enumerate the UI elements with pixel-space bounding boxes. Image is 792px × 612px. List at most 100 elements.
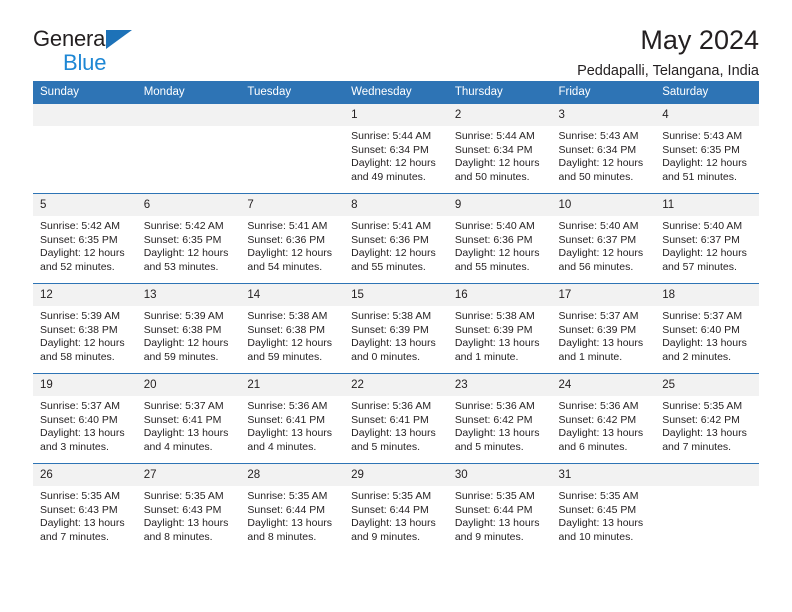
calendar-day-cell[interactable]: 12 Sunrise: 5:39 AM Sunset: 6:38 PM Dayligh… <box>33 283 137 374</box>
daylight-line-1: Daylight: 13 hours <box>454 337 540 350</box>
day-number: 9 <box>447 194 552 216</box>
daylight-line-1: Daylight: 13 hours <box>351 337 436 350</box>
sunrise-time: Sunrise: 5:35 AM <box>351 490 432 502</box>
calendar-day-cell[interactable]: 19 Sunrise: 5:37 AM Sunset: 6:40 PM Dayligh… <box>33 373 137 464</box>
day-details: Sunrise: 5:36 AM Sunset: 6:41 PM Daylight:… <box>344 396 448 454</box>
sunset-time: Sunset: 6:35 PM <box>143 233 222 246</box>
sunrise-time: Sunrise: 5:40 AM <box>454 220 535 232</box>
calendar-day-cell-empty <box>33 103 137 194</box>
day-number: 8 <box>344 194 448 216</box>
daylight-line-1: Daylight: 13 hours <box>40 427 125 440</box>
sunset-time: Sunset: 6:37 PM <box>662 233 740 246</box>
weekday-header-friday: Friday <box>551 81 656 104</box>
calendar-day-cell[interactable]: 8 Sunrise: 5:41 AM Sunset: 6:36 PM Daylight… <box>344 193 448 284</box>
weekday-header-sunday: Sunday <box>33 81 137 104</box>
calendar-day-cell[interactable]: 21 Sunrise: 5:36 AM Sunset: 6:41 PM Dayligh… <box>240 373 345 464</box>
day-details: Sunrise: 5:35 AM Sunset: 6:44 PM Daylight:… <box>240 486 344 544</box>
calendar-day-cell[interactable]: 3 Sunrise: 5:43 AM Sunset: 6:34 PM Daylight… <box>551 103 656 194</box>
calendar-day-cell[interactable]: 29 Sunrise: 5:35 AM Sunset: 6:44 PM Dayligh… <box>344 463 448 553</box>
day-details: Sunrise: 5:44 AM Sunset: 6:34 PM Daylight:… <box>448 126 552 184</box>
calendar-week-row: 26 Sunrise: 5:35 AM Sunset: 6:43 PM Dayligh… <box>33 463 759 553</box>
day-details: Sunrise: 5:38 AM Sunset: 6:39 PM Daylight:… <box>344 306 448 364</box>
calendar-day-cell[interactable]: 1 Sunrise: 5:44 AM Sunset: 6:34 PM Daylight… <box>344 103 448 194</box>
day-number <box>655 464 759 486</box>
daylight-line-1: Daylight: 12 hours <box>247 247 333 260</box>
calendar-day-cell[interactable]: 17 Sunrise: 5:37 AM Sunset: 6:39 PM Dayligh… <box>551 283 656 374</box>
daylight-line-2: and 8 minutes. <box>143 530 213 543</box>
calendar-day-cell[interactable]: 31 Sunrise: 5:35 AM Sunset: 6:45 PM Dayligh… <box>551 463 656 553</box>
calendar-day-cell[interactable]: 6 Sunrise: 5:42 AM Sunset: 6:35 PM Daylight… <box>136 193 241 284</box>
day-details: Sunrise: 5:37 AM Sunset: 6:40 PM Daylight:… <box>655 306 759 364</box>
daylight-line-2: and 53 minutes. <box>143 260 219 273</box>
daylight-line-2: and 54 minutes. <box>247 260 323 273</box>
calendar-day-cell[interactable]: 27 Sunrise: 5:35 AM Sunset: 6:43 PM Dayligh… <box>136 463 241 553</box>
calendar-day-cell[interactable]: 25 Sunrise: 5:35 AM Sunset: 6:42 PM Dayligh… <box>655 373 759 464</box>
calendar-day-cell[interactable]: 26 Sunrise: 5:35 AM Sunset: 6:43 PM Dayligh… <box>33 463 137 553</box>
day-details: Sunrise: 5:37 AM Sunset: 6:40 PM Daylight:… <box>33 396 137 454</box>
sunrise-time: Sunrise: 5:36 AM <box>351 400 432 412</box>
day-number <box>240 104 345 126</box>
calendar-day-cell[interactable]: 4 Sunrise: 5:43 AM Sunset: 6:35 PM Daylight… <box>655 103 759 194</box>
sunset-time: Sunset: 6:41 PM <box>247 413 326 426</box>
sunset-time: Sunset: 6:43 PM <box>40 503 118 516</box>
daylight-line-1: Daylight: 12 hours <box>454 157 540 170</box>
daylight-line-1: Daylight: 12 hours <box>143 337 229 350</box>
weekday-header-monday: Monday <box>136 81 241 104</box>
calendar-day-cell[interactable]: 16 Sunrise: 5:38 AM Sunset: 6:39 PM Dayligh… <box>447 283 552 374</box>
calendar-day-cell[interactable]: 18 Sunrise: 5:37 AM Sunset: 6:40 PM Dayligh… <box>655 283 759 374</box>
daylight-line-2: and 4 minutes. <box>247 440 317 453</box>
day-number: 7 <box>240 194 345 216</box>
generalblue-logo[interactable]: General Blue <box>33 28 223 74</box>
sunset-time: Sunset: 6:44 PM <box>247 503 326 516</box>
calendar-day-cell[interactable]: 13 Sunrise: 5:39 AM Sunset: 6:38 PM Dayligh… <box>136 283 241 374</box>
sunrise-time: Sunrise: 5:42 AM <box>143 220 224 232</box>
calendar-day-cell[interactable]: 23 Sunrise: 5:36 AM Sunset: 6:42 PM Dayligh… <box>447 373 552 464</box>
calendar-day-cell[interactable]: 7 Sunrise: 5:41 AM Sunset: 6:36 PM Daylight… <box>240 193 345 284</box>
daylight-line-2: and 10 minutes. <box>558 530 634 543</box>
calendar-day-cell[interactable]: 15 Sunrise: 5:38 AM Sunset: 6:39 PM Dayligh… <box>344 283 448 374</box>
daylight-line-2: and 51 minutes. <box>662 170 737 183</box>
daylight-line-2: and 56 minutes. <box>558 260 634 273</box>
calendar-day-cell[interactable]: 14 Sunrise: 5:38 AM Sunset: 6:38 PM Dayligh… <box>240 283 345 374</box>
calendar-day-cell[interactable]: 28 Sunrise: 5:35 AM Sunset: 6:44 PM Dayligh… <box>240 463 345 553</box>
sunset-time: Sunset: 6:42 PM <box>558 413 637 426</box>
daylight-line-1: Daylight: 12 hours <box>558 157 644 170</box>
calendar-day-cell[interactable]: 10 Sunrise: 5:40 AM Sunset: 6:37 PM Dayligh… <box>551 193 656 284</box>
calendar-day-cell[interactable]: 30 Sunrise: 5:35 AM Sunset: 6:44 PM Dayligh… <box>447 463 552 553</box>
weekday-header: Sunday Monday Tuesday Wednesday Thursday… <box>33 81 759 104</box>
calendar-day-cell[interactable]: 22 Sunrise: 5:36 AM Sunset: 6:41 PM Dayligh… <box>344 373 448 464</box>
calendar-day-cell[interactable]: 5 Sunrise: 5:42 AM Sunset: 6:35 PM Daylight… <box>33 193 137 284</box>
daylight-line-1: Daylight: 13 hours <box>247 517 333 530</box>
daylight-line-1: Daylight: 13 hours <box>662 337 747 350</box>
daylight-line-2: and 50 minutes. <box>454 170 530 183</box>
calendar-day-cell-empty <box>136 103 241 194</box>
day-details: Sunrise: 5:40 AM Sunset: 6:36 PM Daylight:… <box>448 216 552 274</box>
sunrise-time: Sunrise: 5:37 AM <box>143 400 224 412</box>
calendar-page: General Blue May 2024 Peddapalli, Telang… <box>0 0 792 612</box>
day-details: Sunrise: 5:39 AM Sunset: 6:38 PM Daylight:… <box>137 306 241 364</box>
day-number: 3 <box>551 104 656 126</box>
sunrise-time: Sunrise: 5:35 AM <box>143 490 224 502</box>
calendar-day-cell[interactable]: 9 Sunrise: 5:40 AM Sunset: 6:36 PM Daylight… <box>447 193 552 284</box>
day-number: 12 <box>33 284 137 306</box>
sunrise-time: Sunrise: 5:39 AM <box>40 310 120 322</box>
day-details: Sunrise: 5:41 AM Sunset: 6:36 PM Daylight:… <box>240 216 344 274</box>
calendar-day-cell[interactable]: 24 Sunrise: 5:36 AM Sunset: 6:42 PM Dayligh… <box>551 373 656 464</box>
calendar-day-cell[interactable]: 2 Sunrise: 5:44 AM Sunset: 6:34 PM Daylight… <box>447 103 552 194</box>
daylight-line-1: Daylight: 13 hours <box>558 427 644 440</box>
calendar-day-cell[interactable]: 20 Sunrise: 5:37 AM Sunset: 6:41 PM Dayligh… <box>136 373 241 464</box>
sunrise-time: Sunrise: 5:37 AM <box>662 310 743 322</box>
daylight-line-1: Daylight: 13 hours <box>558 517 644 530</box>
daylight-line-2: and 7 minutes. <box>40 530 109 543</box>
calendar-week-row: 5 Sunrise: 5:42 AM Sunset: 6:35 PM Daylight… <box>33 193 759 284</box>
sunrise-time: Sunrise: 5:39 AM <box>143 310 224 322</box>
day-number: 2 <box>447 104 552 126</box>
day-number: 26 <box>33 464 137 486</box>
sunrise-time: Sunrise: 5:35 AM <box>247 490 328 502</box>
sunset-time: Sunset: 6:42 PM <box>454 413 533 426</box>
sunrise-time: Sunrise: 5:42 AM <box>40 220 120 232</box>
sunset-time: Sunset: 6:44 PM <box>454 503 533 516</box>
calendar-day-cell[interactable]: 11 Sunrise: 5:40 AM Sunset: 6:37 PM Dayligh… <box>655 193 759 284</box>
daylight-line-2: and 59 minutes. <box>143 350 219 363</box>
sunset-time: Sunset: 6:42 PM <box>662 413 740 426</box>
